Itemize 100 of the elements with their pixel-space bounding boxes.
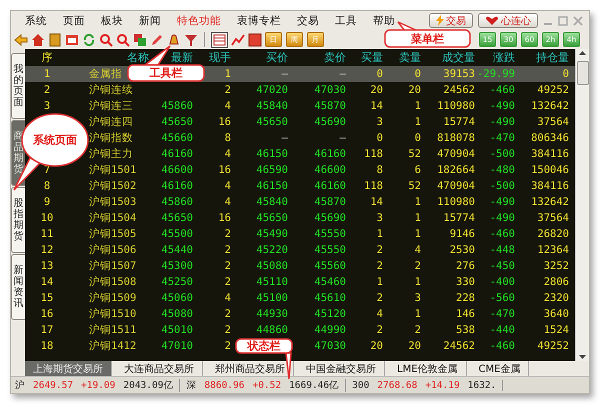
table-cell-text: 45300 [160, 260, 193, 272]
filter-icon[interactable] [184, 32, 198, 46]
table-cell-text: 45560 [313, 260, 346, 272]
home-icon[interactable] [31, 32, 45, 46]
scrollbar[interactable] [575, 49, 589, 361]
column-header[interactable]: 卖价 [288, 50, 346, 65]
table-cell-text: — [280, 132, 288, 144]
table-cell: 沪铜连续 [89, 83, 133, 97]
index-change: +0.52 [252, 380, 282, 390]
table-cell-text: 46150 [255, 148, 288, 160]
table-cell-text: 1 [414, 212, 421, 224]
table-cell-text: 3 [414, 292, 421, 304]
table-cell-text: 44860 [255, 324, 288, 336]
menu-item[interactable]: 系统 [17, 14, 55, 28]
index-change: +14.19 [425, 380, 460, 390]
table-cell-text: 1 [42, 68, 52, 80]
index-label: 深 [186, 378, 196, 392]
side-tab[interactable]: 股指期货 [11, 187, 25, 253]
scroll-up-icon[interactable] [578, 49, 587, 58]
column-header[interactable]: 卖量 [383, 50, 421, 65]
table-cell-text: 16 [40, 308, 54, 320]
column-header[interactable]: 买量 [346, 50, 383, 65]
column-header[interactable]: 持仓量 [515, 50, 569, 65]
table-cell-text: 2 [224, 84, 231, 96]
table-cell-text: 45610 [313, 292, 346, 304]
table-cell-text: 182664 [436, 164, 475, 176]
back-arrow-icon[interactable] [14, 32, 28, 46]
column-header[interactable]: 买价 [231, 50, 288, 65]
table-cell-text: 45690 [313, 212, 346, 224]
side-tab[interactable]: 新闻资讯 [11, 254, 25, 320]
table-cell-text: 384116 [530, 180, 569, 192]
table-cell-text: — [338, 132, 346, 144]
exchange-tab[interactable]: 上海期货交易所 [25, 360, 112, 376]
table-cell-text: 110980 [436, 100, 475, 112]
table-cell-text: 46160 [313, 148, 346, 160]
table-cell-text: 330 [455, 276, 475, 288]
table-cell-text: 45650 [160, 212, 193, 224]
bell-icon[interactable] [167, 32, 181, 46]
table-cell-text: 14 [40, 276, 54, 288]
table-cell-text: 0 [414, 68, 421, 80]
table-cell-text: -470 [488, 132, 515, 144]
table-cell-text: 538 [455, 324, 475, 336]
table-cell-text: 47030 [313, 84, 346, 96]
table-cell-text: 45860 [160, 196, 193, 208]
table-cell-text: 39153 [442, 68, 475, 80]
column-header[interactable]: 最新 [149, 50, 193, 65]
menu-item[interactable]: 交易 [289, 14, 327, 28]
table-cell-text: 2 [224, 260, 231, 272]
table-cell-text: 44990 [313, 324, 346, 336]
table-cell-text: 45010 [160, 324, 193, 336]
table-cell-text: -500 [488, 148, 515, 160]
table-cell-text: 1 [414, 308, 421, 320]
table-cell: 沪铜主力 [89, 147, 133, 161]
menu-item[interactable]: 页面 [55, 14, 93, 28]
grid-icon[interactable] [211, 32, 228, 48]
table-cell-text: 24562 [442, 84, 475, 96]
zoom-in-icon[interactable] [99, 32, 113, 46]
turnover-text: 1632. [468, 380, 496, 390]
table-cell-text: 46160 [160, 180, 193, 192]
column-header[interactable]: 名称 [69, 50, 149, 65]
line-chart-icon[interactable] [231, 32, 245, 46]
table-cell-text: 146 [455, 308, 475, 320]
menu-item[interactable]: 板块 [93, 14, 131, 28]
menu-item[interactable]: 工具 [327, 14, 365, 28]
scroll-down-icon[interactable] [578, 352, 587, 361]
scrollbar-thumb[interactable] [576, 61, 588, 85]
column-header[interactable]: 成交量 [421, 50, 475, 65]
table-cell: 沪铜1505 [89, 227, 136, 241]
table-cell-text: 10 [40, 212, 54, 224]
table-cell-text: 15774 [442, 212, 475, 224]
table-cell-text: 45840 [255, 100, 288, 112]
side-tab[interactable]: 我的页面 [11, 53, 25, 119]
heart-button[interactable]: 心连心 [478, 13, 538, 28]
index-value: 2649.57 [33, 380, 74, 390]
table-cell-text: 20 [369, 340, 383, 352]
table-cell-text: 276 [455, 260, 475, 272]
menu-item[interactable]: 衷博专栏 [229, 14, 289, 28]
table-cell: 沪铜连三 [89, 99, 133, 113]
menu-item[interactable]: 特色功能 [169, 14, 229, 28]
table-cell-text: 4 [376, 308, 383, 320]
column-header[interactable]: 序 [25, 50, 69, 65]
table-cell-text: -490 [488, 196, 515, 208]
table-cell-text: — [338, 68, 346, 80]
column-header[interactable]: 现手 [193, 50, 231, 65]
table-cell-text: 2 [376, 260, 383, 272]
table-cell-text: 470904 [436, 180, 475, 192]
windows-icon[interactable] [133, 32, 147, 46]
table-cell-text: 20 [369, 84, 383, 96]
refresh-icon[interactable] [82, 32, 96, 46]
table-cell-text: 45080 [255, 260, 288, 272]
trade-button[interactable]: 交易 [429, 13, 473, 28]
table-cell-text: 132642 [530, 196, 569, 208]
table-cell-text: 118 [363, 148, 383, 160]
column-header[interactable]: 涨跌 [475, 50, 515, 65]
table-cell-text: 13 [40, 260, 54, 272]
menu-item[interactable]: 新闻 [131, 14, 169, 28]
menu-item[interactable]: 帮助 [365, 14, 403, 28]
table-cell-text: -490 [488, 100, 515, 112]
table-cell-text: -460 [488, 340, 515, 352]
zoom-out-icon[interactable] [116, 32, 130, 46]
